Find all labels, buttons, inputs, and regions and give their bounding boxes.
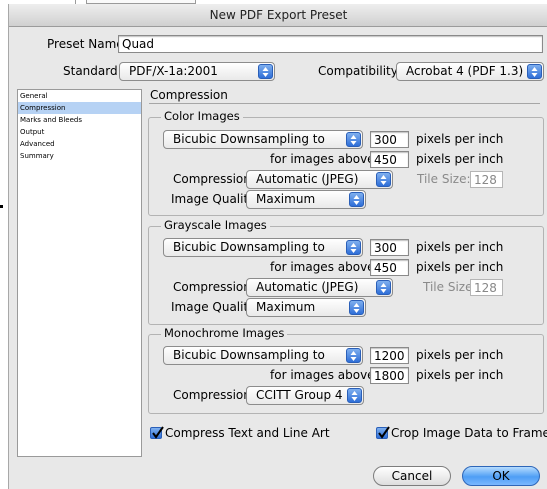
export-preset-dialog: New PDF Export Preset Preset Name: Quad … bbox=[8, 4, 547, 489]
panel-title-divider bbox=[149, 103, 540, 104]
popup-arrows-icon bbox=[258, 64, 273, 79]
compress-text-label[interactable]: Compress Text and Line Art bbox=[165, 426, 330, 441]
color-sampling-popup[interactable]: Bicubic Downsampling to bbox=[163, 130, 363, 149]
grayscale-above-label: for images above: bbox=[270, 260, 379, 274]
sidebar-item-advanced[interactable]: Advanced bbox=[18, 138, 141, 150]
grayscale-tile-size-field: 128 bbox=[470, 279, 503, 296]
color-above-label: for images above: bbox=[270, 152, 379, 166]
grayscale-images-title: Grayscale Images bbox=[161, 218, 270, 232]
grayscale-quality-value: Maximum bbox=[256, 300, 316, 314]
color-quality-popup[interactable]: Maximum bbox=[246, 190, 366, 209]
color-compression-value: Automatic (JPEG) bbox=[256, 172, 359, 186]
popup-arrows-icon bbox=[376, 172, 391, 187]
color-images-title: Color Images bbox=[161, 109, 243, 123]
ok-button[interactable]: OK bbox=[462, 466, 540, 486]
category-list: General Compression Marks and Bleeds Out… bbox=[17, 89, 142, 457]
color-ppi-unit: pixels per inch bbox=[416, 132, 504, 146]
sidebar-item-compression[interactable]: Compression bbox=[18, 102, 141, 114]
grayscale-ppi-field[interactable]: 300 bbox=[370, 239, 409, 256]
monochrome-above-field[interactable]: 1800 bbox=[370, 367, 409, 384]
checkmark-icon bbox=[152, 426, 164, 439]
grayscale-ppi-unit: pixels per inch bbox=[416, 240, 504, 254]
popup-arrows-icon bbox=[349, 192, 364, 207]
preset-name-field[interactable]: Quad bbox=[118, 35, 543, 53]
standard-popup[interactable]: PDF/X-1a:2001 bbox=[119, 62, 275, 81]
grayscale-sampling-value: Bicubic Downsampling to bbox=[173, 240, 325, 254]
color-sampling-value: Bicubic Downsampling to bbox=[173, 132, 325, 146]
grayscale-tile-size-label: Tile Size: bbox=[423, 280, 477, 294]
grayscale-compression-value: Automatic (JPEG) bbox=[256, 280, 359, 294]
color-above-field[interactable]: 450 bbox=[370, 151, 409, 168]
monochrome-compression-popup[interactable]: CCITT Group 4 bbox=[246, 386, 364, 405]
color-quality-value: Maximum bbox=[256, 192, 316, 206]
monochrome-compression-label: Compression: bbox=[173, 388, 255, 402]
grayscale-above-unit: pixels per inch bbox=[416, 260, 504, 274]
color-compression-popup[interactable]: Automatic (JPEG) bbox=[246, 170, 393, 189]
background-marker bbox=[0, 205, 3, 208]
grayscale-sampling-popup[interactable]: Bicubic Downsampling to bbox=[163, 238, 363, 257]
grayscale-compression-label: Compression: bbox=[173, 280, 255, 294]
monochrome-images-title: Monochrome Images bbox=[161, 326, 288, 340]
crop-frames-label[interactable]: Crop Image Data to Frames bbox=[391, 426, 547, 441]
monochrome-sampling-value: Bicubic Downsampling to bbox=[173, 348, 325, 362]
grayscale-quality-popup[interactable]: Maximum bbox=[246, 298, 366, 317]
popup-arrows-icon bbox=[346, 348, 361, 363]
popup-arrows-icon bbox=[346, 132, 361, 147]
color-compression-label: Compression: bbox=[173, 172, 255, 186]
popup-arrows-icon bbox=[346, 240, 361, 255]
compatibility-label: Compatibility: bbox=[318, 64, 402, 78]
color-tile-size-label: Tile Size: bbox=[417, 172, 471, 186]
compatibility-popup[interactable]: Acrobat 4 (PDF 1.3) bbox=[396, 62, 544, 81]
grayscale-above-field[interactable]: 450 bbox=[370, 259, 409, 276]
monochrome-above-label: for images above: bbox=[270, 368, 379, 382]
sidebar-item-marks-and-bleeds[interactable]: Marks and Bleeds bbox=[18, 114, 141, 126]
color-tile-size-field: 128 bbox=[470, 171, 503, 188]
sidebar-item-summary[interactable]: Summary bbox=[18, 150, 141, 162]
popup-arrows-icon bbox=[527, 64, 542, 79]
standard-value: PDF/X-1a:2001 bbox=[129, 64, 218, 78]
dialog-title: New PDF Export Preset bbox=[9, 4, 547, 27]
popup-arrows-icon bbox=[349, 300, 364, 315]
color-above-unit: pixels per inch bbox=[416, 152, 504, 166]
sidebar-item-general[interactable]: General bbox=[18, 90, 141, 102]
color-ppi-field[interactable]: 300 bbox=[370, 131, 409, 148]
monochrome-ppi-unit: pixels per inch bbox=[416, 348, 504, 362]
cancel-button[interactable]: Cancel bbox=[373, 466, 451, 486]
crop-frames-checkbox[interactable] bbox=[376, 426, 390, 439]
grayscale-compression-popup[interactable]: Automatic (JPEG) bbox=[246, 278, 393, 297]
popup-arrows-icon bbox=[376, 280, 391, 295]
monochrome-compression-value: CCITT Group 4 bbox=[256, 388, 343, 402]
preset-name-label: Preset Name: bbox=[47, 37, 128, 51]
sidebar-item-output[interactable]: Output bbox=[18, 126, 141, 138]
monochrome-above-unit: pixels per inch bbox=[416, 368, 504, 382]
compress-text-checkbox[interactable] bbox=[150, 426, 164, 439]
checkmark-icon bbox=[378, 426, 390, 439]
standard-label: Standard: bbox=[63, 64, 122, 78]
compatibility-value: Acrobat 4 (PDF 1.3) bbox=[406, 64, 524, 78]
popup-arrows-icon bbox=[347, 388, 362, 403]
monochrome-sampling-popup[interactable]: Bicubic Downsampling to bbox=[163, 346, 363, 365]
monochrome-ppi-field[interactable]: 1200 bbox=[370, 347, 409, 364]
panel-title: Compression bbox=[150, 88, 228, 102]
